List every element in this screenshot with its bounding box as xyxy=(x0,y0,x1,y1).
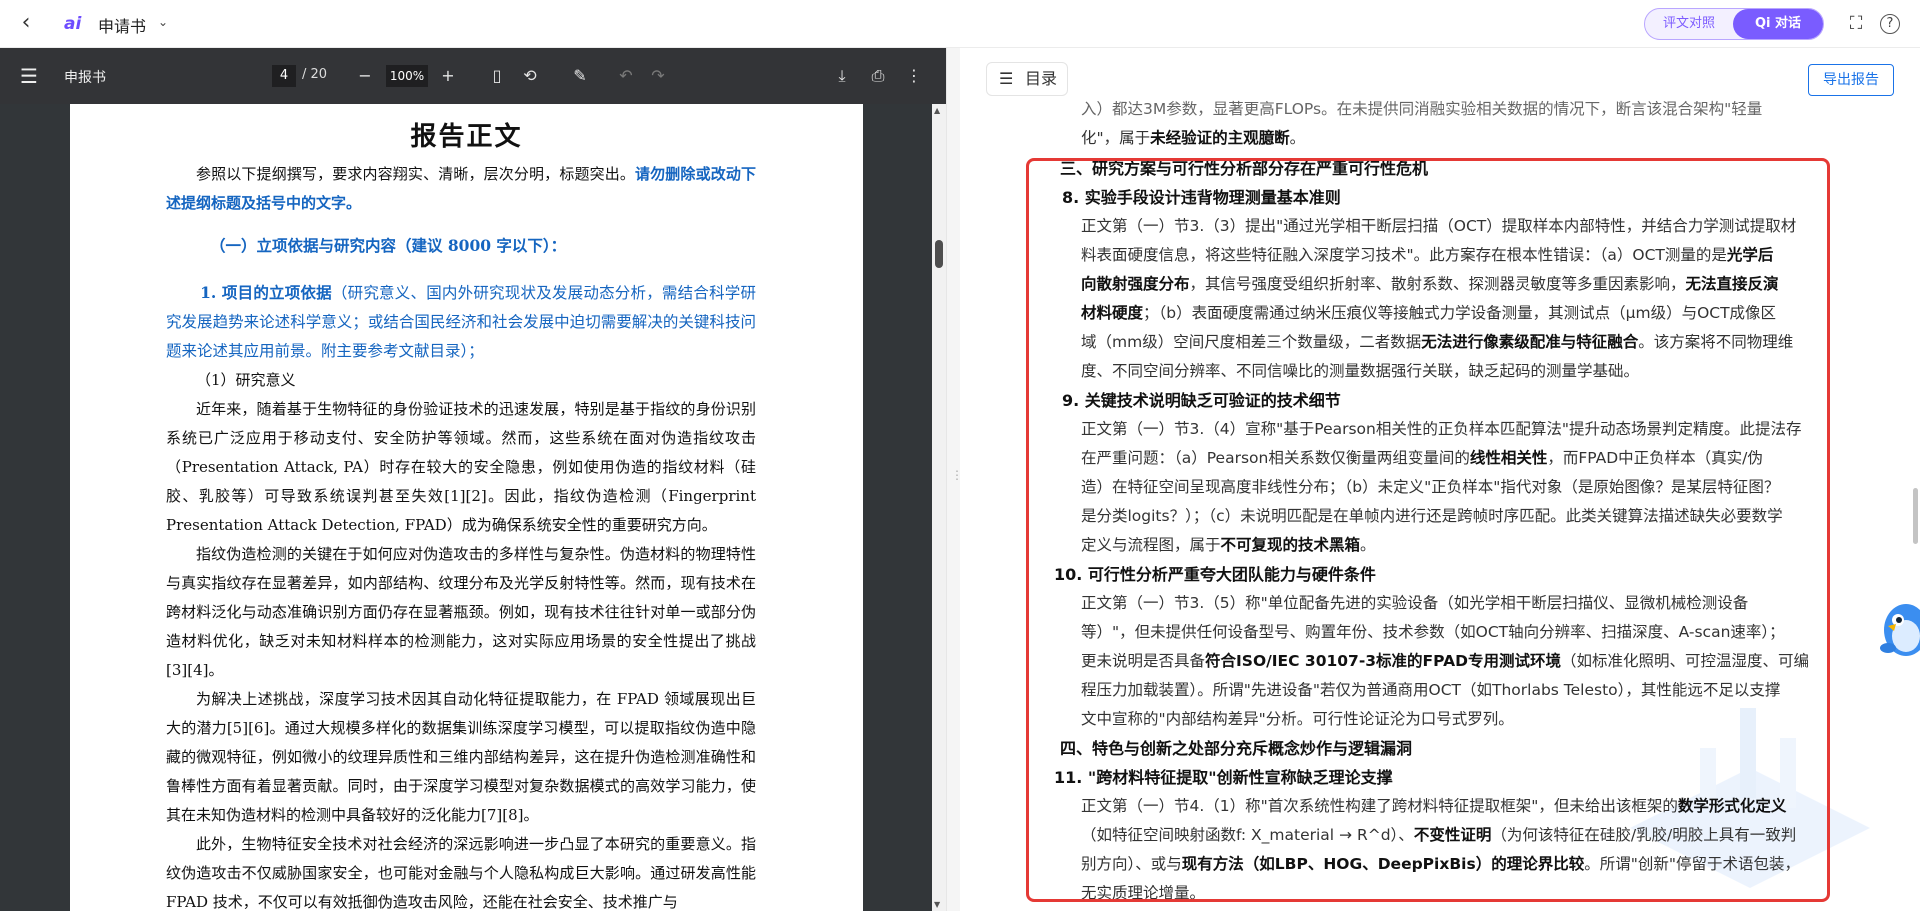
report-text-line: 无实质理论增量。 xyxy=(1081,884,1206,902)
menu-icon[interactable]: ☰ xyxy=(20,64,38,88)
pdf-scrollbar[interactable]: ▲ ▼ xyxy=(932,104,946,911)
body-paragraph: 为解决上述挑战，深度学习技术因其自动化特征提取能力，在 FPAD 领域展现出巨大… xyxy=(166,690,756,824)
report-panel: ☰ 目录 导出报告 入）都达3M参数，显著更高FLOPs。在未提供同消融实验相关… xyxy=(960,48,1920,911)
top-bar: ‹ ai 申请书 ⌄ 评文对照 Qi 对话 ⛶ ? xyxy=(0,0,1920,48)
chat-mode-button[interactable]: Qi 对话 xyxy=(1733,9,1823,39)
zoom-level-input[interactable]: 100% xyxy=(386,65,428,87)
more-options-icon[interactable]: ⋮ xyxy=(902,64,926,88)
section-heading: （一）立项依据与研究内容（建议 8000 字以下）： xyxy=(210,236,567,255)
toc-button[interactable]: ☰ 目录 xyxy=(986,62,1068,96)
issue-title-11: 11. "跨材料特征提取"创新性宣称缺乏理论支撑 xyxy=(1054,768,1393,787)
view-mode-switch[interactable]: 评文对照 Qi 对话 xyxy=(1644,8,1824,40)
page-total: / 20 xyxy=(302,67,328,82)
pdf-title: 申报书 xyxy=(64,70,106,86)
section-heading-4: 四、特色与创新之处部分充斥概念炒作与逻辑漏洞 xyxy=(1060,739,1413,758)
download-icon[interactable]: ⤓ xyxy=(830,64,854,88)
redo-icon[interactable]: ↷ xyxy=(646,64,670,88)
report-scrollbar[interactable] xyxy=(1913,488,1918,544)
report-text-line: 正文第（一）节3.（5）称"单位配备先进的实验设备（如光学相干断层扫描仪、显微机… xyxy=(1081,594,1749,612)
export-report-button[interactable]: 导出报告 xyxy=(1808,64,1894,96)
issue-title-8: 8. 实验手段设计违背物理测量基本准则 xyxy=(1062,188,1341,207)
report-text-line: 程压力加载装置）。所谓"先进设备"若仅为普通商用OCT（如Thorlabs Te… xyxy=(1081,681,1781,699)
report-text-line: 域（mm级）空间尺度相差三个数量级，二者数据无法进行像素级配准与特征融合。该方案… xyxy=(1081,333,1794,351)
report-text-line: 是分类logits？）；（c）未说明匹配是在单帧内进行还是跨帧时序匹配。此类关键… xyxy=(1081,507,1783,525)
assistant-mascot-icon[interactable] xyxy=(1876,596,1920,662)
pdf-toolbar: ☰ 申报书 4 / 20 − 100% + ▯ ⟲ ✎ ↶ ↷ ⤓ ⎙ ⋮ xyxy=(0,48,946,104)
list-icon: ☰ xyxy=(999,69,1014,88)
document-name[interactable]: 申请书 xyxy=(98,13,146,37)
report-text-line: 等）"，但未提供任何设备型号、购置年份、技术参数（如OCT轴向分辨率、扫描深度、… xyxy=(1081,623,1785,641)
issue-title-9: 9. 关键技术说明缺乏可验证的技术细节 xyxy=(1062,391,1341,410)
rotate-icon[interactable]: ⟲ xyxy=(518,64,542,88)
report-text-line: 在严重问题：（a）Pearson相关系数仅衡量两组变量间的线性相关性，而FPAD… xyxy=(1081,449,1763,467)
panel-splitter[interactable]: ⋮ xyxy=(946,48,963,911)
report-text-line: 定义与流程图，属于不可复现的技术黑箱。 xyxy=(1081,536,1376,554)
pdf-viewer: 报告正文 参照以下提纲撰写，要求内容翔实、清晰，层次分明，标题突出。请勿删除或改… xyxy=(0,104,946,911)
issue-title-10: 10. 可行性分析严重夸大团队能力与硬件条件 xyxy=(1054,565,1376,584)
section-heading-3: 三、研究方案与可行性分析部分存在严重可行性危机 xyxy=(1060,159,1429,178)
report-text-line: 向散射强度分布，其信号强度受组织折射率、散射系数、探测器灵敏度等多重因素影响，无… xyxy=(1081,275,1779,293)
report-text-line: 化"，属于未经验证的主观臆断。 xyxy=(1081,129,1306,147)
report-text-line: 别方向）、或与现有方法（如LBP、HOG、DeepPixBis）的理论界比较。所… xyxy=(1081,855,1800,873)
page-title: 报告正文 xyxy=(410,122,523,152)
compare-mode-button[interactable]: 评文对照 xyxy=(1645,9,1733,39)
report-text-line: （如特征空间映射函数f: X_material → R^d）、不变性证明（为何该… xyxy=(1081,826,1797,844)
app-logo-icon: ai xyxy=(64,14,82,34)
report-text-line: 正文第（一）节4.（1）称"首次系统性构建了跨材料特征提取框架"，但未给出该框架… xyxy=(1081,797,1787,815)
subsection-heading: 1. 项目的立项依据（研究意义、国内外研究现状及发展动态分析，需结合科学研究发展… xyxy=(166,283,757,360)
report-text-line: 造）在特征空间呈现高度非线性分布；（b）未定义"正负样本"指代对象（是原始图像？… xyxy=(1081,478,1780,496)
body-paragraph: 此外，生物特征安全技术对社会经济的深远影响进一步凸显了本研究的重要意义。指纹伪造… xyxy=(166,835,756,911)
back-arrow-icon[interactable]: ‹ xyxy=(14,12,38,36)
report-text-line: 文中宣称的"内部结构差异"分析。可行性论证沦为口号式罗列。 xyxy=(1081,710,1514,728)
report-text-line: 料表面硬度信息，将这些特征融入深度学习技术"。此方案存在根本性错误：（a）OCT… xyxy=(1081,246,1774,264)
report-text-line: 更未说明是否具备符合ISO/IEC 30107-3标准的FPAD专用测试环境（如… xyxy=(1081,652,1809,670)
report-text-line: 入）都达3M参数，显著更高FLOPs。在未提供同消融实验相关数据的情况下，断言该… xyxy=(1081,100,1763,118)
page-number-input[interactable]: 4 xyxy=(272,65,296,87)
scroll-thumb[interactable] xyxy=(935,240,943,268)
pdf-page: 报告正文 参照以下提纲撰写，要求内容翔实、清晰，层次分明，标题突出。请勿删除或改… xyxy=(70,104,863,911)
report-text-line: 正文第（一）节3.（3）提出"通过光学相干断层扫描（OCT）提取样本内部特性，并… xyxy=(1081,217,1797,235)
chevron-down-icon[interactable]: ⌄ xyxy=(158,15,168,29)
body-paragraph: 近年来，随着基于生物特征的身份验证技术的迅速发展，特别是基于指纹的身份识别系统已… xyxy=(166,400,756,534)
fullscreen-icon[interactable]: ⛶ xyxy=(1844,12,1868,36)
fit-page-icon[interactable]: ▯ xyxy=(485,64,509,88)
body-paragraph: 指纹伪造检测的关键在于如何应对伪造攻击的多样性与复杂性。伪造材料的物理特性与真实… xyxy=(166,545,756,679)
report-text-line: 度、不同空间分辨率、不同信噪比的测量数据强行关联，缺乏起码的测量学基础。 xyxy=(1081,362,1640,380)
report-text-line: 材料硬度；（b）表面硬度需通过纳米压痕仪等接触式力学设备测量，其测试点（μm级）… xyxy=(1081,304,1777,322)
scroll-down-icon[interactable]: ▼ xyxy=(934,900,940,909)
undo-icon[interactable]: ↶ xyxy=(614,64,638,88)
print-icon[interactable]: ⎙ xyxy=(866,64,890,88)
help-icon[interactable]: ? xyxy=(1880,14,1900,34)
intro-paragraph: 参照以下提纲撰写，要求内容翔实、清晰，层次分明，标题突出。请勿删除或改动下述提纲… xyxy=(166,165,756,212)
sub-heading-significance: （1）研究意义 xyxy=(196,371,296,389)
scroll-up-icon[interactable]: ▲ xyxy=(934,106,940,115)
zoom-in-icon[interactable]: + xyxy=(436,64,460,88)
zoom-out-icon[interactable]: − xyxy=(353,64,377,88)
annotate-icon[interactable]: ✎ xyxy=(568,64,592,88)
report-text-line: 正文第（一）节3.（4）宣称"基于Pearson相关性的正负样本匹配算法"提升动… xyxy=(1081,420,1802,438)
